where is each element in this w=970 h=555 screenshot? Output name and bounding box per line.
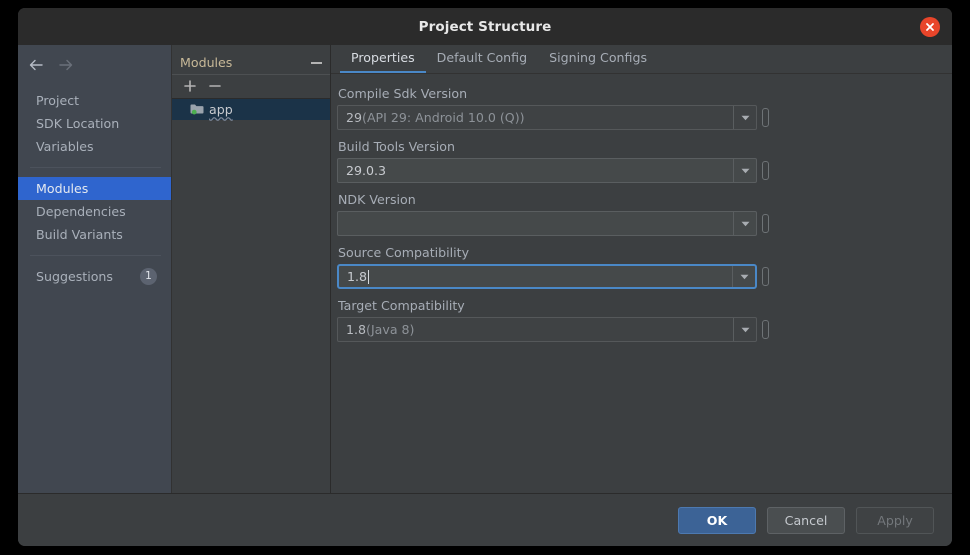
target-compatibility-combobox[interactable]: 1.8 (Java 8) bbox=[337, 317, 757, 342]
left-navigation-panel: Project SDK Location Variables Modules D… bbox=[18, 45, 172, 493]
chevron-down-icon[interactable] bbox=[732, 266, 755, 287]
nav-divider-2 bbox=[30, 255, 161, 256]
chevron-down-icon[interactable] bbox=[733, 159, 756, 182]
modules-panel-title: Modules bbox=[180, 55, 233, 70]
dialog-footer: OK Cancel Apply bbox=[18, 493, 952, 546]
field-label: Compile Sdk Version bbox=[338, 86, 468, 101]
cancel-button[interactable]: Cancel bbox=[767, 506, 845, 534]
dialog-titlebar: Project Structure bbox=[18, 8, 952, 45]
compile-sdk-version-value: 29 (API 29: Android 10.0 (Q)) bbox=[346, 110, 525, 125]
sidebar-item-variables[interactable]: Variables bbox=[18, 135, 171, 158]
tab-properties[interactable]: Properties bbox=[340, 45, 426, 73]
source-compatibility-variable-button[interactable] bbox=[762, 267, 769, 286]
field-build-tools-version: Build Tools Version 29.0.3 bbox=[337, 139, 952, 183]
sidebar-item-build-variants[interactable]: Build Variants bbox=[18, 223, 171, 246]
modules-toolbar bbox=[172, 75, 330, 99]
chevron-down-icon[interactable] bbox=[733, 318, 756, 341]
sidebar-item-dependencies[interactable]: Dependencies bbox=[18, 200, 171, 223]
sidebar-item-sdk-location[interactable]: SDK Location bbox=[18, 112, 171, 135]
dialog-title: Project Structure bbox=[418, 18, 552, 35]
text-cursor bbox=[368, 269, 370, 284]
plus-icon[interactable] bbox=[184, 77, 196, 96]
tab-bar: Properties Default Config Signing Config… bbox=[331, 45, 952, 74]
ndk-version-combobox[interactable] bbox=[337, 211, 757, 236]
modules-list: app bbox=[172, 99, 330, 493]
minus-icon[interactable] bbox=[311, 61, 322, 64]
source-compatibility-value[interactable]: 1.8 bbox=[339, 266, 732, 287]
project-structure-dialog: Project Structure Project SDK Location V… bbox=[18, 8, 952, 546]
field-row: 1.8 bbox=[337, 264, 952, 289]
field-source-compatibility: Source Compatibility 1.8 bbox=[337, 245, 952, 289]
content-panel: Properties Default Config Signing Config… bbox=[331, 45, 952, 493]
build-tools-version-variable-button[interactable] bbox=[762, 161, 769, 180]
target-compatibility-value: 1.8 (Java 8) bbox=[346, 322, 415, 337]
ok-button[interactable]: OK bbox=[678, 506, 756, 534]
suggestions-count-badge: 1 bbox=[140, 268, 157, 285]
list-item[interactable]: app bbox=[172, 99, 330, 120]
sidebar-item-project[interactable]: Project bbox=[18, 89, 171, 112]
field-row bbox=[337, 211, 952, 236]
build-tools-version-value[interactable]: 29.0.3 bbox=[338, 159, 733, 182]
chevron-down-icon[interactable] bbox=[733, 106, 756, 129]
target-compatibility-variable-button[interactable] bbox=[762, 320, 769, 339]
field-compile-sdk-version: Compile Sdk Version 29 (API 29: Android … bbox=[337, 86, 952, 130]
dialog-body: Project SDK Location Variables Modules D… bbox=[18, 45, 952, 493]
apply-button[interactable]: Apply bbox=[856, 506, 934, 534]
compile-sdk-version-combobox[interactable]: 29 (API 29: Android 10.0 (Q)) bbox=[337, 105, 757, 130]
module-folder-icon bbox=[190, 100, 204, 119]
nav-divider-1 bbox=[30, 167, 161, 168]
arrow-right-icon[interactable] bbox=[58, 56, 74, 75]
field-label: Source Compatibility bbox=[338, 245, 470, 260]
field-label: NDK Version bbox=[338, 192, 416, 207]
field-label: Target Compatibility bbox=[338, 298, 465, 313]
sidebar-item-suggestions[interactable]: Suggestions 1 bbox=[18, 265, 171, 288]
sidebar-item-label: Suggestions bbox=[36, 269, 113, 284]
nav-group-modules: Modules Dependencies Build Variants bbox=[18, 177, 171, 246]
build-tools-version-combobox[interactable]: 29.0.3 bbox=[337, 158, 757, 183]
minus-icon[interactable] bbox=[209, 77, 221, 96]
ndk-version-value[interactable] bbox=[338, 212, 733, 235]
chevron-down-icon[interactable] bbox=[733, 212, 756, 235]
field-label: Build Tools Version bbox=[338, 139, 455, 154]
source-compatibility-combobox[interactable]: 1.8 bbox=[337, 264, 757, 289]
field-target-compatibility: Target Compatibility 1.8 (Java 8) bbox=[337, 298, 952, 342]
nav-group-suggestions: Suggestions 1 bbox=[18, 265, 171, 288]
properties-form: Compile Sdk Version 29 (API 29: Android … bbox=[331, 74, 952, 493]
modules-panel: Modules app bbox=[172, 45, 331, 493]
list-item-label: app bbox=[209, 102, 233, 117]
modules-panel-header: Modules bbox=[172, 51, 330, 75]
arrow-left-icon[interactable] bbox=[28, 56, 44, 75]
tab-signing-configs[interactable]: Signing Configs bbox=[538, 45, 658, 73]
field-ndk-version: NDK Version bbox=[337, 192, 952, 236]
close-icon[interactable] bbox=[920, 16, 940, 37]
ndk-version-variable-button[interactable] bbox=[762, 214, 769, 233]
nav-group-project: Project SDK Location Variables bbox=[18, 79, 171, 158]
tab-default-config[interactable]: Default Config bbox=[426, 45, 538, 73]
sidebar-item-modules[interactable]: Modules bbox=[18, 177, 171, 200]
field-row: 29.0.3 bbox=[337, 158, 952, 183]
field-row: 1.8 (Java 8) bbox=[337, 317, 952, 342]
field-row: 29 (API 29: Android 10.0 (Q)) bbox=[337, 105, 952, 130]
compile-sdk-version-variable-button[interactable] bbox=[762, 108, 769, 127]
nav-history-controls bbox=[18, 51, 171, 79]
